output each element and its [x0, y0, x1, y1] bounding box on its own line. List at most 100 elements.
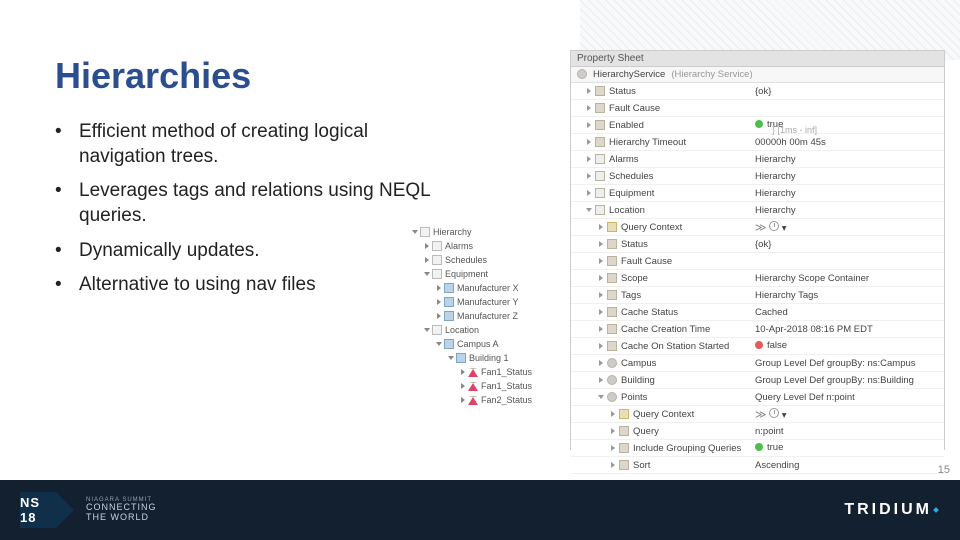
property-row[interactable]: Status{ok}	[571, 83, 944, 100]
status-dot-icon	[755, 443, 763, 451]
bullet-item: •Efficient method of creating logical na…	[55, 120, 435, 169]
chevron-icon[interactable]	[587, 156, 591, 162]
bullet-text: Alternative to using nav files	[79, 273, 435, 298]
property-row[interactable]: SortAscending	[571, 457, 944, 474]
chevron-icon[interactable]	[599, 224, 603, 230]
row-icon	[607, 392, 617, 402]
property-row[interactable]: CampusGroup Level Def groupBy: ns:Campus	[571, 355, 944, 372]
clock-icon[interactable]	[769, 408, 779, 418]
chevron-icon[interactable]	[599, 258, 603, 264]
chevron-icon[interactable]	[599, 241, 603, 247]
property-name: Status	[609, 86, 636, 97]
property-row[interactable]: Status{ok}	[571, 236, 944, 253]
chevron-icon[interactable]	[598, 395, 604, 399]
chevron-icon[interactable]	[611, 411, 615, 417]
property-row[interactable]: Queryn:point	[571, 423, 944, 440]
chevron-icon[interactable]	[599, 343, 603, 349]
expand-icon[interactable]	[436, 342, 442, 346]
tree-row[interactable]: Location	[410, 323, 558, 337]
expand-icon[interactable]	[437, 285, 441, 291]
expand-icon[interactable]	[437, 299, 441, 305]
bullet-item: •Dynamically updates.	[55, 239, 435, 264]
property-row[interactable]: BuildingGroup Level Def groupBy: ns:Buil…	[571, 372, 944, 389]
property-value: true	[751, 442, 944, 455]
chevron-icon[interactable]	[599, 309, 603, 315]
property-row[interactable]: Enabledtrue	[571, 117, 944, 134]
property-row[interactable]: PointsQuery Level Def n:point	[571, 389, 944, 406]
tree-row[interactable]: Fan1_Status	[410, 379, 558, 393]
tree-row[interactable]: Equipment	[410, 267, 558, 281]
property-row[interactable]: LocationHierarchy	[571, 202, 944, 219]
tree-row[interactable]: Schedules	[410, 253, 558, 267]
property-row[interactable]: Fault Cause	[571, 100, 944, 117]
chevron-icon[interactable]	[599, 377, 603, 383]
expand-icon[interactable]	[461, 383, 465, 389]
tree-row[interactable]: Fan1_Status	[410, 365, 558, 379]
property-row[interactable]: TagsHierarchy Tags	[571, 287, 944, 304]
property-row[interactable]: Cache Creation Time10-Apr-2018 08:16 PM …	[571, 321, 944, 338]
chevron-icon[interactable]	[587, 122, 591, 128]
property-row[interactable]: Cache On Station Startedfalse	[571, 338, 944, 355]
property-root-row[interactable]: HierarchyService (Hierarchy Service)	[571, 67, 944, 83]
tree-label: Fan2_Status	[481, 395, 532, 405]
chevron-icon[interactable]	[587, 190, 591, 196]
expand-icon[interactable]	[461, 397, 465, 403]
expand-icon[interactable]	[425, 257, 429, 263]
clock-icon[interactable]	[769, 221, 779, 231]
tree-row[interactable]: Fan2_Status	[410, 393, 558, 407]
tree-row[interactable]: Building 1	[410, 351, 558, 365]
expand-icon[interactable]	[425, 243, 429, 249]
tree-label: Equipment	[445, 269, 488, 279]
property-row[interactable]: AlarmsHierarchy	[571, 151, 944, 168]
expand-right-icon[interactable]: ≫	[755, 221, 767, 234]
property-name: Schedules	[609, 171, 653, 182]
expand-icon[interactable]	[424, 272, 430, 276]
row-icon	[607, 256, 617, 266]
property-row[interactable]: Query Context≫ ▾	[571, 406, 944, 423]
tree-row[interactable]: Manufacturer X	[410, 281, 558, 295]
tridium-logo: TRIDIUM	[844, 501, 940, 519]
property-value: Query Level Def n:point	[751, 392, 944, 403]
expand-icon[interactable]	[448, 356, 454, 360]
property-row[interactable]: ScopeHierarchy Scope Container	[571, 270, 944, 287]
expand-icon[interactable]	[424, 328, 430, 332]
property-row[interactable]: Fault Cause	[571, 253, 944, 270]
page-icon	[432, 255, 442, 265]
expand-icon[interactable]	[461, 369, 465, 375]
tree-row[interactable]: Manufacturer Z	[410, 309, 558, 323]
property-row[interactable]: Include Grouping Queriestrue	[571, 440, 944, 457]
chevron-icon[interactable]	[587, 139, 591, 145]
tree-row[interactable]: Hierarchy	[410, 225, 558, 239]
chevron-icon[interactable]	[587, 105, 591, 111]
ns18-badge: NS 18	[20, 492, 56, 528]
property-name: Campus	[621, 358, 656, 369]
tree-label: Hierarchy	[433, 227, 472, 237]
property-row[interactable]: Cache StatusCached	[571, 304, 944, 321]
expand-right-icon[interactable]: ≫	[755, 408, 767, 421]
tree-row[interactable]: Campus A	[410, 337, 558, 351]
property-row[interactable]: Query Context≫ ▾	[571, 219, 944, 236]
row-icon	[595, 205, 605, 215]
chevron-icon[interactable]	[587, 88, 591, 94]
chevron-icon[interactable]	[599, 275, 603, 281]
chevron-icon[interactable]	[599, 326, 603, 332]
chevron-icon[interactable]	[599, 292, 603, 298]
property-row[interactable]: Hierarchy Timeout00000h 00m 45s	[571, 134, 944, 151]
chevron-icon[interactable]	[611, 428, 615, 434]
tree-row[interactable]: Alarms	[410, 239, 558, 253]
property-row[interactable]: EquipmentHierarchy	[571, 185, 944, 202]
row-icon	[595, 120, 605, 130]
property-value: Hierarchy	[751, 171, 944, 182]
chevron-icon[interactable]	[586, 208, 592, 212]
chevron-icon[interactable]	[587, 173, 591, 179]
chevron-icon[interactable]	[611, 445, 615, 451]
chevron-icon[interactable]	[611, 462, 615, 468]
expand-icon[interactable]	[437, 313, 441, 319]
chevron-icon[interactable]	[599, 360, 603, 366]
page-icon	[432, 241, 442, 251]
property-name: Scope	[621, 273, 648, 284]
tree-row[interactable]: Manufacturer Y	[410, 295, 558, 309]
bullet-list: •Efficient method of creating logical na…	[55, 120, 435, 308]
expand-icon[interactable]	[412, 230, 418, 234]
property-row[interactable]: Schedules Hierarchy	[571, 168, 944, 185]
